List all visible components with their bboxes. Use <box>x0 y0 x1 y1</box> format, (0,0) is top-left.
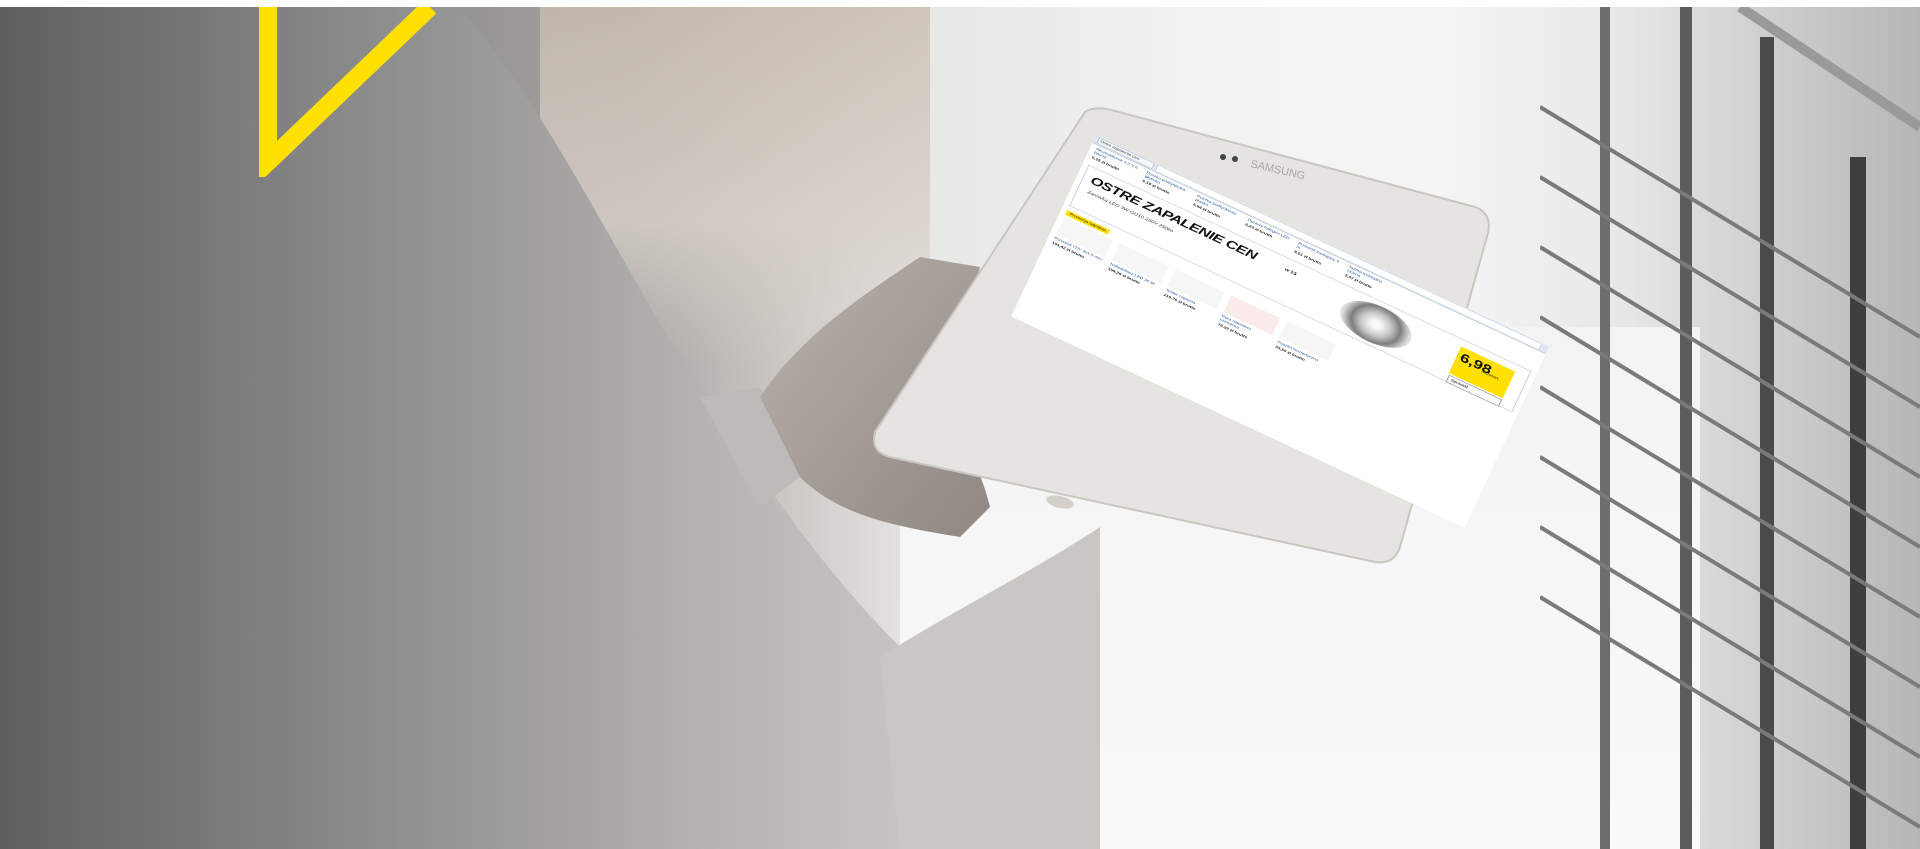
stair-railing <box>1540 7 1920 849</box>
background-photo: SAMSUNG <box>0 7 1920 849</box>
yellow-v-logo-mark <box>259 7 437 177</box>
banner-week: w 13 <box>1283 267 1298 277</box>
photo-scene: SAMSUNG Ostre zapalenie cen Akumulatorek… <box>0 0 1920 849</box>
